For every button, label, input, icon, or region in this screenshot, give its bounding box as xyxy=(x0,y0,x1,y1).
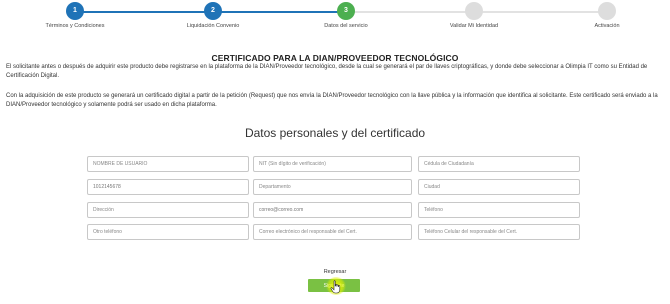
step-2-circle: 2 xyxy=(204,2,222,20)
step-4-circle xyxy=(465,2,483,20)
back-link[interactable]: Regresar xyxy=(0,269,670,275)
telefono-input[interactable] xyxy=(418,202,580,218)
step-3-circle: 3 xyxy=(337,2,355,20)
responsible-email-input[interactable] xyxy=(253,224,412,240)
hand-pointer-icon xyxy=(330,280,341,294)
step-1-label: Términos y Condiciones xyxy=(45,23,105,29)
nit-input[interactable] xyxy=(253,156,412,172)
next-button-area: Siguiente xyxy=(300,277,360,295)
step-liquidacion: 2 Liquidación Convenio xyxy=(153,2,273,29)
step-1-circle: 1 xyxy=(66,2,84,20)
ciudad-input[interactable] xyxy=(418,179,580,195)
step-validar-identidad: Validar Mi Identidad xyxy=(414,2,534,29)
step-5-label: Activación xyxy=(594,23,620,29)
step-2-label: Liquidación Convenio xyxy=(186,23,240,29)
otro-telefono-input[interactable] xyxy=(87,224,249,240)
direccion-input[interactable] xyxy=(87,202,249,218)
detail-paragraph: Con la adquisición de este producto se g… xyxy=(6,93,658,108)
step-4-label: Validar Mi Identidad xyxy=(449,23,499,29)
step-5-circle xyxy=(598,2,616,20)
username-input[interactable] xyxy=(87,156,249,172)
progress-stepper: 1 Términos y Condiciones 2 Liquidación C… xyxy=(0,0,670,34)
intro-paragraph: El solicitante antes o después de adquir… xyxy=(6,64,648,79)
step-terminos: 1 Términos y Condiciones xyxy=(15,2,135,29)
responsible-mobile-input[interactable] xyxy=(418,224,580,240)
step-datos-servicio: 3 Datos del servicio xyxy=(286,2,406,29)
step-activacion: Activación xyxy=(547,2,667,29)
id-number-input[interactable] xyxy=(87,179,249,195)
departamento-input[interactable] xyxy=(253,179,412,195)
page-title: CERTIFICADO PARA LA DIAN/PROVEEDOR TECNO… xyxy=(211,53,459,63)
form-title: Datos personales y del certificado xyxy=(244,126,426,140)
step-3-label: Datos del servicio xyxy=(324,23,368,29)
cedula-input[interactable] xyxy=(418,156,580,172)
email-input[interactable] xyxy=(253,202,412,218)
